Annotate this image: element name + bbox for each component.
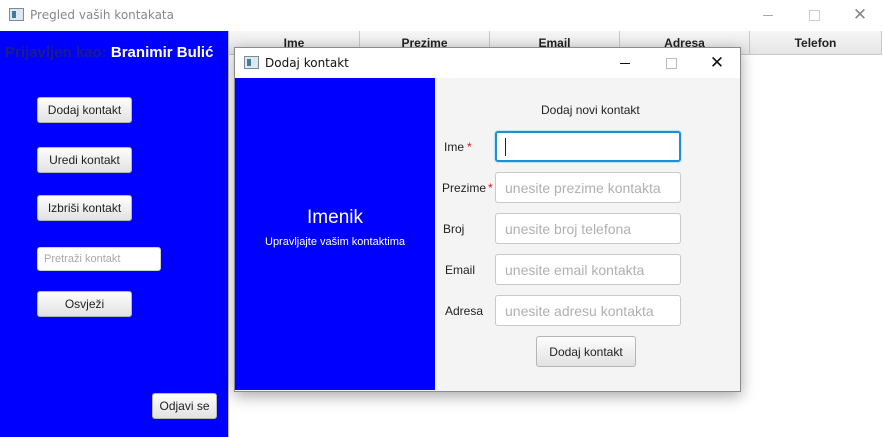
dialog-minimize-button[interactable] bbox=[602, 48, 648, 78]
required-marker: * bbox=[467, 140, 472, 154]
dialog-maximize-button[interactable] bbox=[648, 48, 694, 78]
first-name-label: Ime * bbox=[444, 140, 472, 154]
close-icon: ✕ bbox=[852, 4, 868, 25]
refresh-button[interactable]: Osvježi bbox=[37, 291, 132, 317]
add-contact-form: Dodaj novi kontakt Ime * Prezime * unesite… bbox=[435, 78, 740, 390]
search-contact-input[interactable]: Pretraži kontakt bbox=[37, 247, 161, 271]
dialog-close-button[interactable]: ✕ bbox=[694, 48, 740, 78]
email-input[interactable]: unesite email kontakta bbox=[495, 254, 681, 285]
first-name-label-text: Ime bbox=[444, 140, 465, 154]
address-input[interactable]: unesite adresu kontakta bbox=[495, 295, 681, 326]
column-header-phone[interactable]: Telefon bbox=[750, 31, 882, 54]
email-label: Email bbox=[445, 263, 476, 277]
last-name-label-text: Prezime bbox=[442, 181, 487, 195]
logged-in-user-name: Branimir Bulić bbox=[110, 44, 214, 61]
delete-contact-button[interactable]: Izbriši kontakt bbox=[37, 195, 132, 221]
main-maximize-button[interactable] bbox=[791, 0, 837, 30]
main-close-button[interactable]: ✕ bbox=[837, 0, 883, 30]
brand-subtitle: Upravljajte vašim kontaktima bbox=[265, 236, 405, 248]
dialog-titlebar: Dodaj kontakt ✕ bbox=[235, 48, 740, 78]
add-contact-dialog: Dodaj kontakt ✕ Imenik Upravljajte vašim… bbox=[234, 47, 741, 392]
required-marker: * bbox=[488, 181, 493, 195]
edit-contact-button[interactable]: Uredi kontakt bbox=[37, 147, 132, 173]
main-window-title: Pregled vaših kontakata bbox=[30, 8, 174, 22]
last-name-label: Prezime * bbox=[442, 181, 493, 195]
maximize-icon bbox=[665, 57, 677, 69]
address-label: Adresa bbox=[445, 304, 484, 318]
logout-button[interactable]: Odjavi se bbox=[152, 393, 217, 419]
submit-add-contact-button[interactable]: Dodaj kontakt bbox=[536, 336, 636, 367]
minimize-icon bbox=[763, 14, 773, 16]
last-name-input[interactable]: unesite prezime kontakta bbox=[495, 172, 681, 203]
dialog-brand-panel: Imenik Upravljajte vašim kontaktima bbox=[235, 78, 435, 390]
phone-label: Broj bbox=[443, 222, 465, 236]
sidebar: Prijavljen kao: Branimir Bulić Dodaj kon… bbox=[0, 31, 228, 437]
add-contact-button[interactable]: Dodaj kontakt bbox=[37, 97, 132, 123]
dialog-window-icon bbox=[244, 56, 259, 69]
text-caret bbox=[505, 137, 506, 156]
main-window-titlebar: Pregled vaših kontakata ✕ bbox=[0, 0, 883, 31]
minimize-icon bbox=[620, 62, 630, 64]
brand-title: Imenik bbox=[307, 207, 363, 228]
first-name-input[interactable] bbox=[495, 131, 681, 162]
phone-input[interactable]: unesite broj telefona bbox=[495, 213, 681, 244]
form-heading: Dodaj novi kontakt bbox=[541, 103, 640, 117]
close-icon: ✕ bbox=[709, 52, 725, 73]
dialog-title: Dodaj kontakt bbox=[265, 56, 349, 70]
maximize-icon bbox=[808, 9, 820, 21]
logged-in-info: Prijavljen kao: Branimir Bulić bbox=[5, 44, 213, 61]
main-minimize-button[interactable] bbox=[745, 0, 791, 30]
logged-in-label: Prijavljen kao: bbox=[5, 44, 107, 61]
app-window-icon bbox=[9, 8, 24, 21]
